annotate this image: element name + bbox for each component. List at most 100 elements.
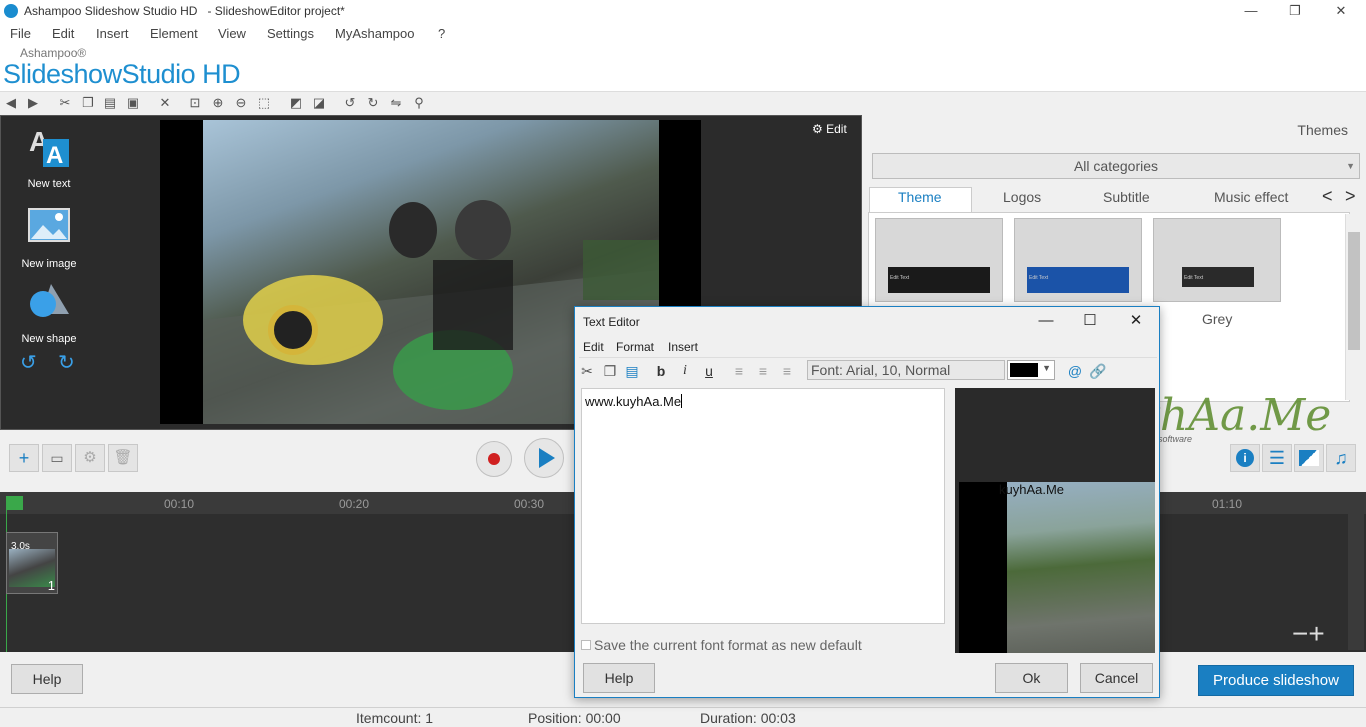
zoom-in-icon[interactable]: ⊕ [210, 95, 226, 111]
italic-icon[interactable]: i [676, 362, 694, 380]
menu-help[interactable]: ? [438, 26, 445, 41]
add-icon[interactable]: + [9, 444, 39, 472]
menu-view[interactable]: View [218, 26, 246, 41]
bold-icon[interactable]: b [652, 362, 670, 380]
preview-edit-button[interactable]: ⚙ Edit [812, 122, 847, 136]
forward-icon[interactable]: ▶ [25, 95, 41, 111]
dialog-maximize-button[interactable]: ☐ [1075, 311, 1105, 333]
checkbox-box[interactable] [581, 640, 591, 650]
menu-myashampoo[interactable]: MyAshampoo [335, 26, 414, 41]
image-icon [28, 208, 70, 242]
theme-scrollbar[interactable] [1345, 214, 1361, 400]
color-swatch [1010, 363, 1038, 377]
new-shape-button[interactable]: New shape [8, 280, 90, 345]
zoom-in-timeline-icon[interactable]: + [1308, 618, 1324, 649]
rotate-left-icon[interactable]: ↺ [342, 95, 358, 111]
align-icon[interactable]: ☰ [1262, 444, 1292, 472]
redo-icon[interactable]: ↻ [58, 350, 75, 375]
cut-icon[interactable]: ✂ [578, 362, 596, 380]
theme-item[interactable]: Edit Text [1014, 218, 1142, 302]
theme-bar: Edit Text [1027, 267, 1129, 293]
tab-music-effect[interactable]: Music effect [1214, 189, 1288, 213]
scroll-thumb[interactable] [1348, 232, 1360, 350]
status-itemcount: Itemcount: 1 [356, 710, 434, 726]
bring-front-icon[interactable]: ◩ [288, 95, 304, 111]
align-left-icon[interactable]: ≡ [730, 362, 748, 380]
dialog-menu-insert[interactable]: Insert [668, 340, 698, 354]
playhead-marker[interactable] [6, 496, 23, 510]
help-button[interactable]: Help [11, 664, 83, 694]
dialog-help-button[interactable]: Help [583, 663, 655, 693]
play-button[interactable] [524, 438, 564, 478]
menu-insert[interactable]: Insert [96, 26, 129, 41]
zoom-select-icon[interactable]: ⬚ [256, 95, 272, 111]
music-icon[interactable]: ♫ [1326, 444, 1356, 472]
timeline-clip[interactable]: 3.0s 1 [6, 532, 58, 594]
send-back-icon[interactable]: ◪ [311, 95, 327, 111]
menu-settings[interactable]: Settings [267, 26, 314, 41]
copy-icon[interactable]: ❐ [601, 362, 619, 380]
tick-label: 00:10 [164, 497, 195, 511]
zoom-out-icon[interactable]: ⊖ [233, 95, 249, 111]
dialog-cancel-button[interactable]: Cancel [1080, 663, 1153, 693]
font-color-select[interactable]: ▼ [1007, 360, 1055, 380]
duplicate-icon[interactable]: ▣ [125, 95, 141, 111]
flip-icon[interactable]: ⇋ [388, 95, 404, 111]
add-media-icon[interactable]: ▭ [42, 444, 72, 472]
align-center-icon[interactable]: ≡ [754, 362, 772, 380]
delete-icon[interactable]: ✕ [157, 95, 173, 111]
produce-slideshow-button[interactable]: Produce slideshow [1198, 665, 1354, 696]
divider [579, 357, 1157, 358]
zoom-out-timeline-icon[interactable]: − [1292, 618, 1308, 649]
tab-prev-icon[interactable]: < [1322, 186, 1333, 207]
pin-icon[interactable]: ⚲ [411, 95, 427, 111]
underline-icon[interactable]: u [700, 362, 718, 380]
theme-item[interactable]: Edit Text [1153, 218, 1281, 302]
new-text-button[interactable]: A A New text [8, 125, 90, 190]
menu-element[interactable]: Element [150, 26, 198, 41]
menu-file[interactable]: File [10, 26, 31, 41]
new-image-button[interactable]: New image [8, 205, 90, 270]
maximize-button[interactable]: ❐ [1280, 2, 1310, 22]
dialog-menu-edit[interactable]: Edit [583, 340, 604, 354]
record-icon [488, 453, 500, 465]
transition-icon[interactable] [1294, 444, 1324, 472]
record-button[interactable] [476, 441, 512, 477]
dialog-close-button[interactable]: ✕ [1121, 311, 1151, 333]
themes-header: Themes [1297, 122, 1348, 138]
tab-logos[interactable]: Logos [1003, 189, 1041, 213]
info-icon[interactable]: i [1230, 444, 1260, 472]
minimize-button[interactable]: — [1236, 2, 1266, 22]
category-select[interactable]: All categories ▼ [872, 153, 1360, 179]
dialog-ok-button[interactable]: Ok [995, 663, 1068, 693]
tab-subtitle[interactable]: Subtitle [1103, 189, 1150, 213]
timeline-zoom[interactable]: −+ [1292, 618, 1325, 650]
new-shape-label: New shape [21, 333, 77, 345]
trash-icon[interactable]: 🗑 [108, 444, 138, 472]
clip-index: 1 [47, 578, 55, 593]
theme-item[interactable]: Edit Text [875, 218, 1003, 302]
align-right-icon[interactable]: ≡ [778, 362, 796, 380]
at-icon[interactable]: @ [1066, 362, 1084, 380]
undo-icon[interactable]: ↺ [20, 350, 37, 375]
font-select[interactable]: Font: Arial, 10, Normal [807, 360, 1005, 380]
text-content-field[interactable]: www.kuyhAa.Me [581, 388, 945, 624]
paste-icon[interactable]: ▤ [623, 362, 641, 380]
menu-edit[interactable]: Edit [52, 26, 74, 41]
zoom-fit-icon[interactable]: ⊡ [187, 95, 203, 111]
settings-icon[interactable]: ⚙ [75, 444, 105, 472]
svg-text:A: A [46, 142, 63, 169]
link-icon[interactable]: 🔗 [1089, 362, 1107, 380]
save-default-checkbox[interactable]: Save the current font format as new defa… [581, 637, 862, 653]
rotate-right-icon[interactable]: ↻ [365, 95, 381, 111]
copy-icon[interactable]: ❐ [80, 95, 96, 111]
close-button[interactable]: ✕ [1326, 2, 1356, 22]
timeline-scrollbar[interactable] [1348, 492, 1364, 650]
paste-icon[interactable]: ▤ [102, 95, 118, 111]
dialog-menu-format[interactable]: Format [616, 340, 654, 354]
tab-next-icon[interactable]: > [1345, 186, 1356, 207]
tab-theme[interactable]: Theme [898, 189, 942, 213]
dialog-minimize-button[interactable]: — [1031, 311, 1061, 333]
back-icon[interactable]: ◀ [3, 95, 19, 111]
cut-icon[interactable]: ✂ [57, 95, 73, 111]
